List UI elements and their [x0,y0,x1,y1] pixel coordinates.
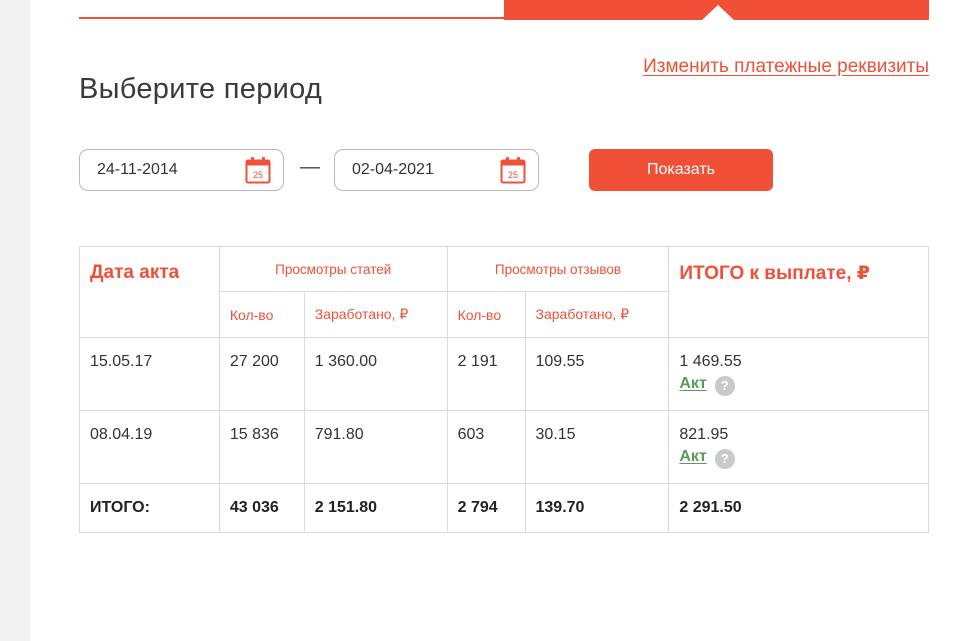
row-articles-count: 27 200 [218,337,305,411]
act-link[interactable]: Акт [679,448,706,466]
help-icon[interactable]: ? [714,376,735,396]
calendar-icon[interactable]: 25 [245,156,271,184]
date-to-value: 02-04-2021 [352,161,434,178]
calendar-day-label: 25 [508,170,518,180]
header-date: Дата акта [79,246,220,338]
row-total: 821.95 [679,426,729,443]
show-button[interactable]: Показать [589,149,773,191]
change-payment-details-link[interactable]: Изменить платежные реквизиты [643,56,929,78]
header-articles-count: Кол-во [218,291,305,338]
table-row: 15.05.17 27 200 1 360.00 2 191 109.55 1 … [79,337,929,411]
date-from-field[interactable]: 24-11-2014 25 [79,149,284,191]
totals-reviews-count: 2 794 [446,483,526,533]
payments-table: Дата акта Просмотры статей Просмотры отз… [79,246,929,533]
header-total-payout: ИТОГО к выплате, ₽ [668,246,929,338]
header-articles-views: Просмотры статей [218,246,448,292]
row-date: 08.04.19 [79,410,220,484]
header-reviews-views: Просмотры отзывов [446,246,670,292]
row-reviews-earned: 109.55 [524,337,670,411]
header-reviews-count: Кол-во [446,291,526,338]
row-articles-count: 15 836 [218,410,305,484]
totals-payout: 2 291.50 [668,483,929,533]
header-reviews-earned: Заработано, ₽ [524,291,670,338]
table-row: 08.04.19 15 836 791.80 603 30.15 821.95 … [79,410,929,484]
totals-label: ИТОГО: [79,483,220,533]
act-link[interactable]: Акт [679,375,706,393]
calendar-icon[interactable]: 25 [500,156,526,184]
row-articles-earned: 791.80 [303,410,448,484]
header-articles-earned: Заработано, ₽ [303,291,448,338]
row-articles-earned: 1 360.00 [303,337,448,411]
totals-articles-count: 43 036 [218,483,305,533]
row-total: 1 469.55 [679,353,742,370]
totals-reviews-earned: 139.70 [524,483,670,533]
totals-articles-earned: 2 151.80 [303,483,448,533]
row-reviews-count: 603 [446,410,526,484]
row-date: 15.05.17 [79,337,220,411]
calendar-day-label: 25 [253,170,263,180]
date-from-value: 24-11-2014 [97,161,178,178]
date-separator: — [300,156,320,178]
row-reviews-count: 2 191 [446,337,526,411]
help-icon[interactable]: ? [714,449,735,469]
totals-row: ИТОГО: 43 036 2 151.80 2 794 139.70 2 29… [79,483,929,533]
tab-underline [79,17,504,19]
row-reviews-earned: 30.15 [524,410,670,484]
page-title: Выберите период [79,73,323,105]
row-total-cell: 1 469.55 Акт? [668,337,929,411]
date-to-field[interactable]: 02-04-2021 25 [334,149,539,191]
active-tab-indicator [702,5,734,20]
row-total-cell: 821.95 Акт? [668,410,929,484]
